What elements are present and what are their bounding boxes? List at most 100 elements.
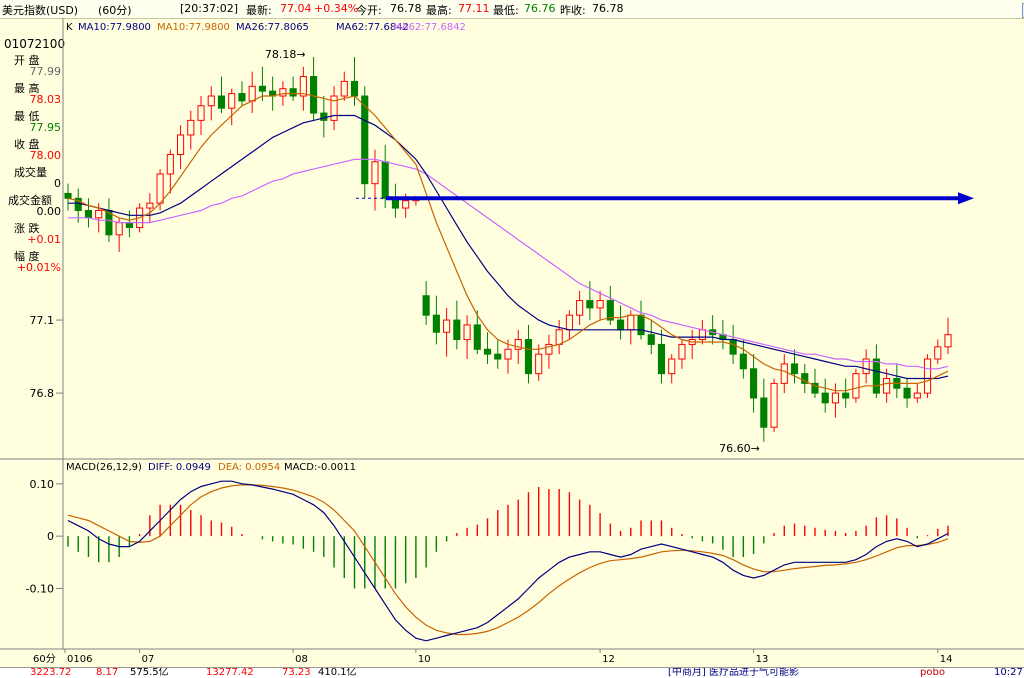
- candle-body: [637, 314, 645, 336]
- candle-body: [923, 358, 932, 394]
- candle-body: [330, 95, 338, 121]
- macd-legend-diff: DIFF: 0.0949: [148, 462, 211, 473]
- candle-body: [780, 363, 788, 384]
- candle-body: [228, 93, 236, 109]
- candle-body: [289, 88, 297, 97]
- candle-body: [657, 343, 666, 375]
- candle-body: [565, 314, 573, 331]
- macd-legend-dea: DEA: 0.0954: [218, 462, 280, 473]
- candle-body: [156, 173, 164, 204]
- ma62-line: [68, 158, 949, 370]
- candle-body: [698, 329, 706, 341]
- candle-body: [217, 95, 226, 109]
- candle-body: [453, 319, 461, 341]
- candle-body: [668, 358, 676, 375]
- legend-k: K: [66, 22, 73, 33]
- x-tick-label: 14: [940, 654, 953, 665]
- open-value: 76.78: [390, 2, 422, 15]
- latest-value: 77.04: [280, 2, 312, 15]
- latest-label: 最新:: [246, 4, 272, 17]
- x-tick-label: 08: [295, 654, 308, 665]
- candle-body: [207, 95, 215, 107]
- candle-body: [944, 334, 952, 348]
- candle-body: [361, 95, 369, 185]
- low-mark-label: 76.60→: [719, 442, 760, 455]
- candle-body: [555, 329, 563, 345]
- candle-body: [913, 392, 921, 399]
- candle-body: [187, 119, 195, 136]
- candle-body: [770, 382, 778, 428]
- x-tick-label: 13: [756, 654, 769, 665]
- candle-body: [494, 353, 502, 360]
- candle-body: [596, 300, 604, 309]
- candle-body: [350, 80, 359, 97]
- period-label: (60分): [98, 4, 132, 17]
- prevclose-label: 昨收:: [560, 4, 586, 17]
- candle-body: [402, 200, 410, 209]
- candle-body: [248, 85, 256, 102]
- candle-body: [381, 161, 389, 199]
- candle-body: [842, 392, 850, 399]
- candle-body: [310, 76, 318, 114]
- candle-body: [760, 397, 768, 428]
- candle-body: [258, 85, 266, 92]
- legend-ma62-b: MA62:77.6842: [393, 22, 466, 33]
- candle-body: [84, 209, 93, 219]
- candle-body: [238, 93, 246, 102]
- candle-body: [320, 112, 328, 121]
- macd-tick-label: -0.10: [26, 582, 54, 595]
- chart-canvas: K MA10:77.9800 MA10:77.9800 MA26:77.8065…: [0, 18, 1024, 665]
- x-tick-label: 0106: [67, 654, 92, 665]
- candle-body: [463, 324, 471, 341]
- candle-body: [115, 222, 123, 236]
- title-bar: 美元指数(USD) (60分) [20:37:02] 最新: 77.04 +0.…: [0, 0, 1024, 19]
- candle-body: [729, 339, 737, 355]
- candle-body: [647, 334, 655, 345]
- candle-body: [95, 209, 103, 219]
- candle-body: [790, 363, 799, 375]
- candle-body: [146, 202, 154, 209]
- time-label: [20:37:02]: [180, 2, 238, 15]
- candle-body: [903, 387, 911, 399]
- candle-body: [576, 300, 584, 316]
- candle-body: [934, 346, 942, 360]
- low-label: 最低:: [493, 4, 519, 17]
- x-tick-label: 07: [142, 654, 155, 665]
- candle-body: [872, 358, 880, 394]
- candle-body: [443, 319, 451, 333]
- macd-tick-label: 0: [47, 530, 54, 543]
- instrument-name: 美元指数(USD): [2, 4, 79, 17]
- candle-body: [422, 295, 430, 316]
- macd-tick-label: 0.10: [30, 478, 55, 491]
- change-pct: +0.34%: [314, 2, 359, 15]
- candle-body: [371, 161, 379, 185]
- candle-body: [883, 378, 891, 394]
- high-mark-label: 78.18→: [265, 48, 306, 61]
- candle-body: [616, 319, 625, 331]
- candle-body: [627, 314, 635, 331]
- candle-body: [483, 348, 492, 355]
- x-tick-label: 12: [602, 654, 615, 665]
- legend-ma10-b: MA10:77.9800: [157, 22, 230, 33]
- candle-body: [739, 353, 747, 370]
- status-bar: 3223.72 8.17 575.5亿 13277.42 73.23 410.1…: [0, 667, 1024, 678]
- candle-body: [197, 105, 205, 121]
- candle-body: [678, 343, 686, 360]
- candle-body: [831, 392, 840, 404]
- candle-body: [473, 324, 481, 350]
- candle-body: [279, 88, 287, 97]
- candle-body: [750, 368, 758, 399]
- candle-body: [524, 339, 533, 375]
- open-label: 今开:: [356, 4, 382, 17]
- candle-body: [535, 353, 543, 375]
- arrow-head: [958, 192, 974, 205]
- candle-body: [586, 300, 594, 309]
- candle-body: [432, 314, 440, 333]
- candle-body: [504, 348, 512, 360]
- candle-body: [176, 134, 185, 155]
- high-label: 最高:: [426, 4, 452, 17]
- low-value: 76.76: [524, 2, 556, 15]
- legend-ma10-a: MA10:77.9800: [78, 22, 151, 33]
- price-tick-label: 76.8: [30, 387, 55, 400]
- high-value: 77.11: [458, 2, 490, 15]
